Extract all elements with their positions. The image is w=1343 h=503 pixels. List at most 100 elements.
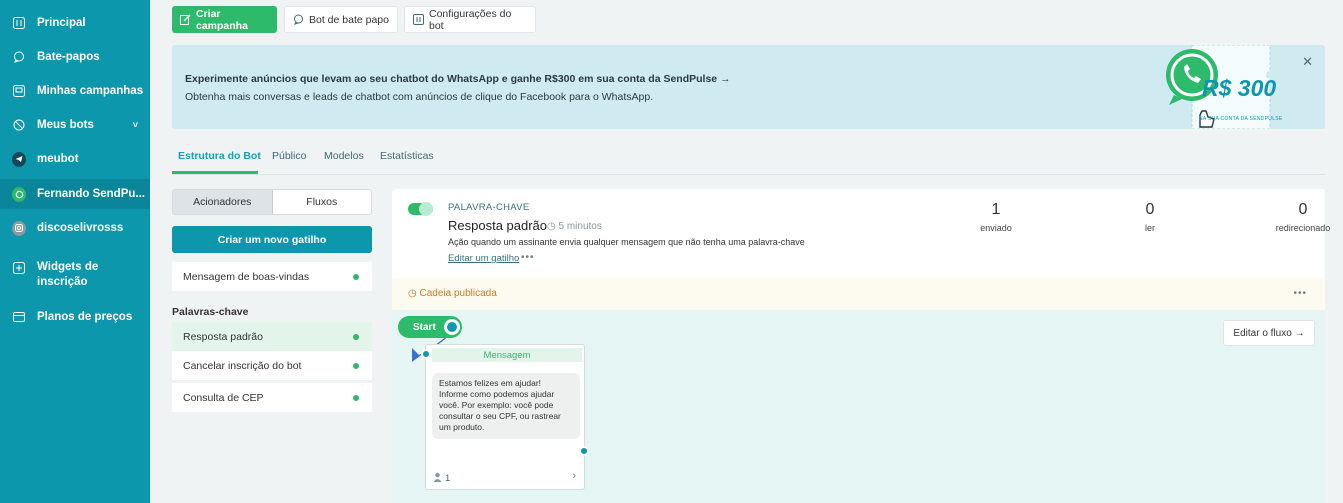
node-output-port[interactable]	[579, 446, 589, 456]
sidebar-item-label-line2: inscrição	[37, 276, 88, 288]
bot-tabs: Estrutura do Bot Público Modelos Estatís…	[172, 150, 1325, 175]
stat-redirected: 0 redirecionado	[1263, 201, 1343, 233]
message-line: Informe como podemos ajudar	[439, 389, 555, 399]
message-line: você. Por exemplo: você pode	[439, 400, 554, 410]
ticket-small-text: NA SUA CONTA DA SENDPULSE	[1199, 116, 1283, 122]
list-item-keyword[interactable]: Consulta de CEP	[172, 383, 372, 412]
create-campaign-button[interactable]: Criar campanha	[172, 6, 277, 33]
chat-icon	[12, 50, 26, 64]
list-item-keyword[interactable]: Resposta padrão	[172, 322, 372, 351]
node-count: 1	[445, 473, 451, 484]
stat-read: 0 ler	[1110, 201, 1190, 233]
sidebar-item-label: Bate-papos	[37, 51, 100, 63]
stat-value: 0	[1145, 201, 1155, 218]
sidebar-item-label: Planos de preços	[37, 311, 133, 323]
promo-ticket-image: R$ 300 NA SUA CONTA DA SENDPULSE	[1166, 45, 1292, 129]
list-item-welcome[interactable]: Mensagem de boas-vindas	[172, 262, 372, 291]
clock-icon: ◷	[408, 288, 417, 299]
active-status-dot	[353, 363, 359, 369]
stat-label: enviado	[980, 223, 1012, 233]
active-status-dot	[353, 395, 359, 401]
sidebar-item-meus-bots[interactable]: Meus bots ˅	[12, 118, 150, 132]
start-label: Start	[413, 321, 436, 333]
tab-modelos[interactable]: Modelos	[324, 150, 364, 162]
list-item-label: Consulta de CEP	[183, 391, 264, 404]
telegram-icon	[12, 151, 26, 167]
published-bar: ◷ Cadeia publicada •••	[392, 278, 1325, 310]
edit-icon	[180, 14, 191, 25]
sidebar-item-label: discoselivrosss	[37, 222, 124, 234]
tab-estrutura[interactable]: Estrutura do Bot	[178, 150, 261, 162]
clock-icon: ◷	[547, 221, 556, 232]
close-icon[interactable]: ✕	[1302, 54, 1313, 70]
sidebar-item-meubot[interactable]: meubot	[12, 151, 150, 167]
more-options-icon[interactable]: •••	[521, 252, 535, 263]
bots-icon	[12, 118, 26, 132]
user-icon	[433, 472, 442, 485]
node-input-port[interactable]	[421, 349, 431, 359]
sidebar-item-principal[interactable]: Principal	[12, 16, 150, 30]
list-item-label: Cancelar inscrição do bot	[183, 359, 302, 372]
start-output-port[interactable]	[444, 319, 460, 335]
more-options-icon[interactable]: •••	[1293, 288, 1307, 299]
stat-label: ler	[1144, 223, 1155, 233]
sidebar: Principal Bate-papos Minhas campanhas Me…	[0, 0, 150, 503]
flow-canvas[interactable]: Start Editar o fluxo → Mensagem Estamos …	[392, 310, 1325, 503]
edit-flow-button[interactable]: Editar o fluxo →	[1223, 320, 1315, 346]
sidebar-item-planos[interactable]: Planos de preços	[12, 310, 150, 324]
ticket-amount: R$ 300	[1202, 75, 1277, 101]
chat-bot-button[interactable]: Bot de bate papo	[284, 6, 398, 33]
tab-publico[interactable]: Público	[272, 150, 306, 162]
message-line: Estamos felizes em ajudar!	[439, 378, 542, 388]
whatsapp-icon	[12, 186, 26, 202]
dashboard-icon	[12, 16, 26, 30]
stat-value: 1	[991, 201, 1001, 218]
sidebar-item-fernando[interactable]: Fernando SendPu...	[12, 186, 150, 202]
tab-estatisticas[interactable]: Estatísticas	[380, 150, 434, 162]
active-status-dot	[353, 334, 359, 340]
trigger-time: ◷ 5 minutos	[547, 221, 602, 232]
instagram-icon	[12, 220, 26, 236]
seg-flows-button[interactable]: Fluxos	[273, 190, 372, 214]
node-footer: 1	[433, 472, 450, 485]
stat-sent: 1 enviado	[956, 201, 1036, 233]
trigger-kind: PALAVRA-CHAVE	[448, 202, 530, 213]
active-status-dot	[353, 274, 359, 280]
trigger-flow-switch: Acionadores Fluxos	[172, 189, 372, 215]
trigger-title: Resposta padrão	[448, 218, 548, 233]
chat-icon	[293, 14, 304, 25]
banner-subtitle: Obtenha mais conversas e leads de chatbo…	[185, 91, 654, 103]
edit-trigger-link[interactable]: Editar um gatilho	[448, 253, 519, 264]
trigger-toggle[interactable]	[408, 202, 433, 216]
sidebar-item-label-wrap: Widgets de inscrição	[37, 260, 98, 290]
bot-settings-button[interactable]: Configurações do bot	[404, 6, 536, 33]
campaigns-icon	[12, 84, 26, 98]
banner-title[interactable]: Experimente anúncios que levam ao seu ch…	[185, 73, 731, 85]
create-campaign-label: Criar campanha	[196, 7, 248, 32]
sidebar-item-widgets[interactable]: Widgets de inscrição	[12, 260, 150, 290]
trigger-description: Ação quando um assinante envia qualquer …	[448, 237, 805, 247]
pricing-icon	[12, 310, 26, 324]
message-node[interactable]: Mensagem Estamos felizes em ajudar! Info…	[421, 344, 589, 490]
trigger-card: PALAVRA-CHAVE Resposta padrão ◷ 5 minuto…	[392, 189, 1330, 310]
published-status: ◷ Cadeia publicada	[408, 288, 497, 299]
active-tab-indicator	[172, 171, 258, 174]
list-item-keyword[interactable]: Cancelar inscrição do bot	[172, 351, 372, 380]
sidebar-item-label: Principal	[37, 17, 86, 29]
sidebar-item-campanhas[interactable]: Minhas campanhas	[12, 84, 150, 98]
sidebar-item-bate-papos[interactable]: Bate-papos	[12, 50, 150, 64]
sidebar-item-discoselivros[interactable]: discoselivrosss	[12, 220, 150, 236]
seg-triggers-button[interactable]: Acionadores	[173, 190, 273, 214]
published-label: Cadeia publicada	[419, 288, 497, 299]
chat-bot-label: Bot de bate papo	[309, 13, 389, 26]
new-trigger-button[interactable]: Criar um novo gatilho	[172, 226, 372, 253]
message-line: consultar o seu CPF, ou rastrear	[439, 411, 561, 421]
keywords-section-label: Palavras-chave	[172, 306, 249, 318]
widgets-icon	[12, 261, 26, 275]
promo-banner: Experimente anúncios que levam ao seu ch…	[172, 45, 1325, 129]
list-item-label: Resposta padrão	[183, 330, 263, 343]
chevron-right-icon[interactable]: ›	[572, 470, 576, 482]
settings-icon	[413, 14, 424, 25]
stat-value: 0	[1298, 201, 1308, 218]
start-node[interactable]: Start	[398, 316, 462, 338]
